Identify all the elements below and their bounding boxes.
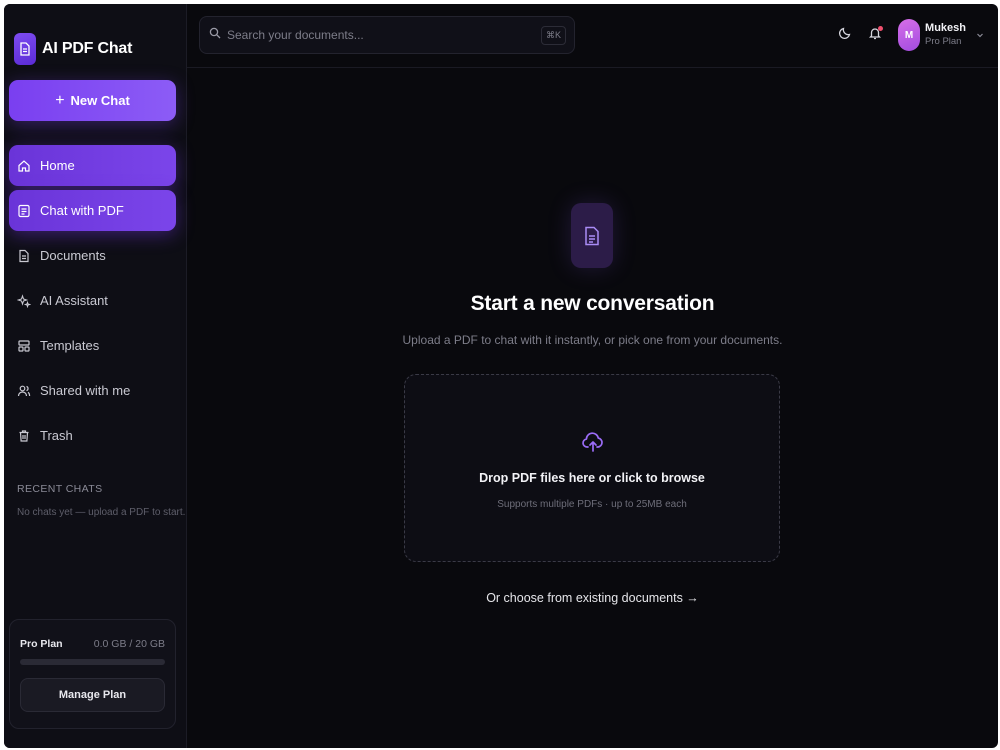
recent-chats-empty: No chats yet — upload a PDF to start. [17, 507, 186, 518]
sidebar-item-documents[interactable]: Documents [9, 235, 176, 276]
user-plan: Pro Plan [925, 35, 962, 47]
document-icon [17, 249, 31, 263]
chevron-down-icon [976, 31, 984, 39]
moon-icon [838, 26, 852, 45]
dropzone-title: Drop PDF files here or click to browse [479, 471, 705, 485]
sidebar-item-label: AI Assistant [40, 293, 108, 308]
sidebar: AI PDF Chat + New Chat Home Chat with PD… [4, 4, 187, 748]
page-subtitle: Upload a PDF to chat with it instantly, … [402, 333, 783, 347]
choose-existing-documents-link[interactable]: Or choose from existing documents → [187, 591, 998, 605]
new-chat-label: New Chat [70, 93, 130, 108]
sidebar-item-templates[interactable]: Templates [9, 325, 176, 366]
sidebar-item-chat-with-pdf[interactable]: Chat with PDF [9, 190, 176, 231]
search-box[interactable]: ⌘K [199, 16, 575, 54]
plus-icon: + [55, 91, 65, 109]
plan-name: Pro Plan [20, 638, 63, 650]
plan-usage: 0.0 GB / 20 GB [93, 638, 165, 650]
users-icon [17, 384, 31, 398]
sidebar-item-home[interactable]: Home [9, 145, 176, 186]
avatar: M [898, 19, 921, 51]
chat-document-icon [17, 204, 31, 218]
new-chat-button[interactable]: + New Chat [9, 80, 176, 121]
sidebar-item-label: Home [40, 158, 75, 173]
document-icon [571, 203, 613, 268]
document-icon [14, 32, 36, 65]
storage-progress-bar [20, 659, 165, 665]
home-icon [17, 159, 31, 173]
notifications-button[interactable] [866, 26, 884, 44]
pdf-dropzone[interactable]: Drop PDF files here or click to browse S… [404, 374, 780, 562]
search-icon [209, 26, 221, 44]
dropzone-subtitle: Supports multiple PDFs · up to 25MB each [497, 499, 687, 510]
sidebar-item-label: Shared with me [40, 383, 131, 398]
app-window: AI PDF Chat + New Chat Home Chat with PD… [4, 4, 998, 748]
main-area: ⌘K M Mukesh Pr [187, 4, 998, 748]
recent-chats-heading: RECENT CHATS [17, 483, 103, 495]
sidebar-item-label: Templates [40, 338, 100, 353]
plan-card: Pro Plan 0.0 GB / 20 GB Manage Plan [9, 619, 176, 729]
theme-toggle-button[interactable] [836, 26, 854, 44]
topbar-actions: M Mukesh Pro Plan [836, 19, 984, 51]
brand-title: AI PDF Chat [42, 39, 133, 57]
topbar: ⌘K M Mukesh Pr [187, 4, 998, 68]
user-name: Mukesh [925, 22, 966, 35]
cloud-upload-icon [581, 427, 605, 457]
sidebar-item-ai-assistant[interactable]: AI Assistant [9, 280, 176, 321]
sidebar-item-label: Chat with PDF [40, 203, 124, 218]
notification-dot [878, 26, 884, 31]
user-menu[interactable]: M Mukesh Pro Plan [898, 19, 984, 51]
sparkles-icon [17, 293, 31, 308]
sidebar-item-label: Trash [40, 428, 73, 443]
shortcut-badge: ⌘K [540, 26, 566, 45]
sidebar-nav: Home Chat with PDF Documents AI Assistan… [9, 145, 176, 460]
manage-plan-button[interactable]: Manage Plan [20, 678, 165, 712]
brand[interactable]: AI PDF Chat [4, 4, 186, 74]
layout-icon [17, 339, 31, 353]
search-input[interactable] [227, 28, 537, 42]
sidebar-item-shared-with-me[interactable]: Shared with me [9, 370, 176, 411]
trash-icon [17, 429, 31, 443]
sidebar-item-label: Documents [40, 248, 106, 263]
page-title: Start a new conversation [470, 292, 715, 315]
sidebar-item-trash[interactable]: Trash [9, 415, 176, 456]
